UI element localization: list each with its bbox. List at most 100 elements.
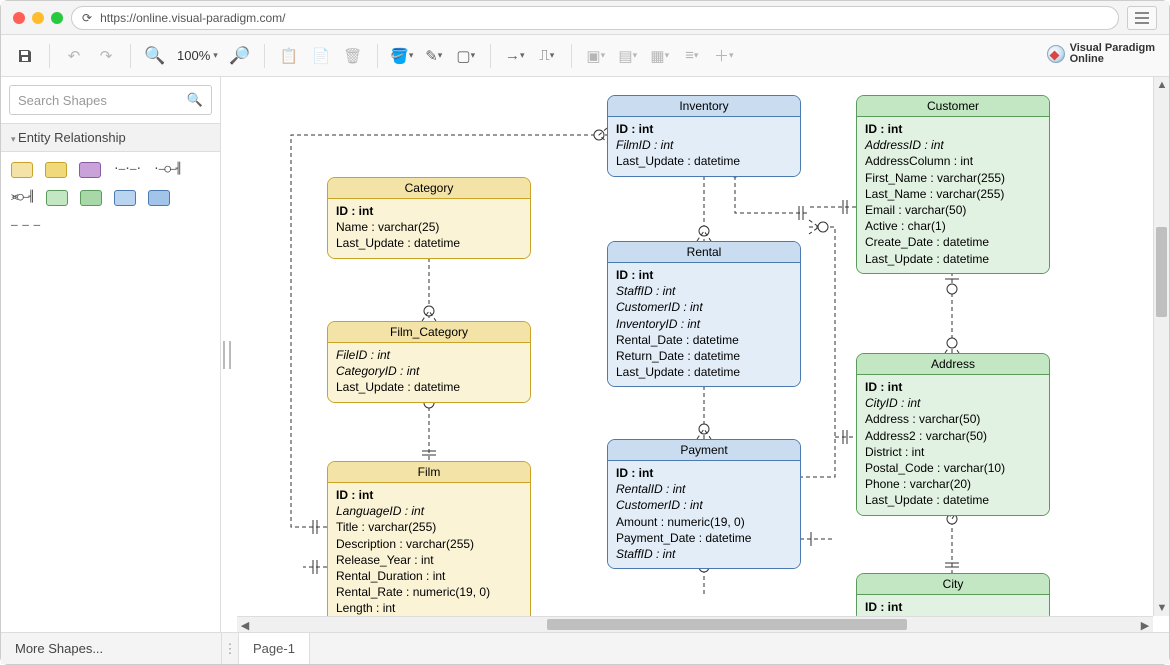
maximize-window[interactable] xyxy=(51,12,63,24)
more-shapes-link[interactable]: More Shapes... xyxy=(1,641,221,656)
vscroll-thumb[interactable] xyxy=(1156,227,1167,317)
entity-city[interactable]: City ID : int xyxy=(856,573,1050,622)
shape-entity[interactable] xyxy=(11,162,33,178)
entity-row: Release_Year : int xyxy=(336,552,522,568)
entity-row: Postal_Code : varchar(10) xyxy=(865,460,1041,476)
delete-button[interactable]: 🗑 xyxy=(339,42,367,70)
entity-row: CustomerID : int xyxy=(616,299,792,315)
add-button[interactable]: ＋▾ xyxy=(710,42,738,70)
entity-row: Title : varchar(255) xyxy=(336,519,522,535)
entity-film[interactable]: Film ID : intLanguageID : intTitle : var… xyxy=(327,461,531,624)
entity-address[interactable]: Address ID : intCityID : intAddress : va… xyxy=(856,353,1050,516)
entity-row: Last_Update : datetime xyxy=(865,251,1041,267)
waypoint-button[interactable]: ⎍▾ xyxy=(533,42,561,70)
entity-row: Last_Update : datetime xyxy=(616,364,792,380)
sidebar-collapse-handle[interactable] xyxy=(221,77,237,632)
entity-row: ID : int xyxy=(865,121,1041,137)
brand-icon xyxy=(1047,45,1065,63)
palette-header-er[interactable]: Entity Relationship xyxy=(1,123,220,152)
entity-row: Description : varchar(255) xyxy=(336,536,522,552)
entity-inventory[interactable]: Inventory ID : intFilmID : intLast_Updat… xyxy=(607,95,801,177)
entity-row: ID : int xyxy=(865,379,1041,395)
shape-entity-purple[interactable] xyxy=(79,162,101,178)
entity-title: Film_Category xyxy=(328,322,530,343)
line-color-button[interactable]: ✎▾ xyxy=(420,42,448,70)
entity-row: Last_Update : datetime xyxy=(616,153,792,169)
shape-entity-green[interactable] xyxy=(46,190,68,206)
entity-title: Payment xyxy=(608,440,800,461)
group-button[interactable]: ▦▾ xyxy=(646,42,674,70)
entity-category[interactable]: Category ID : intName : varchar(25)Last_… xyxy=(327,177,531,259)
vertical-scrollbar[interactable]: ▲ ▼ xyxy=(1153,77,1169,616)
entity-row: RentalID : int xyxy=(616,481,792,497)
entity-row: LanguageID : int xyxy=(336,503,522,519)
entity-title: City xyxy=(857,574,1049,595)
titlebar: ⟳ https://online.visual-paradigm.com/ xyxy=(1,1,1169,35)
diagram-canvas[interactable]: Category ID : intName : varchar(25)Last_… xyxy=(237,77,1169,632)
save-button[interactable] xyxy=(11,42,39,70)
shadow-button[interactable]: ▢▾ xyxy=(452,42,480,70)
entity-title: Address xyxy=(857,354,1049,375)
entity-rental[interactable]: Rental ID : intStaffID : intCustomerID :… xyxy=(607,241,801,387)
search-placeholder: Search Shapes xyxy=(18,93,107,108)
copy-button[interactable]: 📋 xyxy=(275,42,303,70)
shape-entity-green2[interactable] xyxy=(80,190,102,206)
entity-row: ID : int xyxy=(616,121,792,137)
zoom-in-button[interactable]: 🔎 xyxy=(226,42,254,70)
shape-entity-blue[interactable] xyxy=(114,190,136,206)
paste-button[interactable]: 📄 xyxy=(307,42,335,70)
redo-button[interactable]: ↷ xyxy=(92,42,120,70)
entity-row: District : int xyxy=(865,444,1041,460)
entity-row: AddressID : int xyxy=(865,137,1041,153)
page-tabs-handle[interactable]: ⋮ xyxy=(221,633,239,664)
shape-rel-1[interactable]: ·‒·‒· xyxy=(113,162,141,178)
window-controls xyxy=(13,12,63,24)
entity-film-category[interactable]: Film_Category FileID : intCategoryID : i… xyxy=(327,321,531,403)
entity-payment[interactable]: Payment ID : intRentalID : intCustomerID… xyxy=(607,439,801,569)
undo-button[interactable]: ↶ xyxy=(60,42,88,70)
palette-body: ·‒·‒· ·‒○‒╢ ⪤○‒╢ ‒ ‒ ‒ xyxy=(1,152,220,241)
shape-rel-2[interactable]: ·‒○‒╢ xyxy=(153,162,181,178)
shape-rel-3[interactable]: ⪤○‒╢ xyxy=(11,190,34,206)
entity-row: Return_Date : datetime xyxy=(616,348,792,364)
entity-row: Last_Update : datetime xyxy=(336,235,522,251)
entity-title: Customer xyxy=(857,96,1049,117)
shape-entity-blue2[interactable] xyxy=(148,190,170,206)
shape-rel-4[interactable]: ‒ ‒ ‒ xyxy=(11,218,39,231)
workspace: Search Shapes 🔍 Entity Relationship ·‒·‒… xyxy=(1,77,1169,632)
entity-title: Film xyxy=(328,462,530,483)
fill-color-button[interactable]: 🪣▾ xyxy=(388,42,416,70)
entity-row: CustomerID : int xyxy=(616,497,792,513)
entity-row: Address : varchar(50) xyxy=(865,411,1041,427)
to-front-button[interactable]: ▣▾ xyxy=(582,42,610,70)
scroll-right-icon[interactable]: ▶ xyxy=(1137,617,1153,632)
reload-icon[interactable]: ⟳ xyxy=(82,11,92,25)
hamburger-menu[interactable] xyxy=(1127,6,1157,30)
hscroll-thumb[interactable] xyxy=(547,619,907,630)
scroll-left-icon[interactable]: ◀ xyxy=(237,617,253,632)
entity-row: Amount : numeric(19, 0) xyxy=(616,514,792,530)
entity-title: Rental xyxy=(608,242,800,263)
scroll-down-icon[interactable]: ▼ xyxy=(1154,600,1169,616)
entity-customer[interactable]: Customer ID : intAddressID : intAddressC… xyxy=(856,95,1050,274)
entity-row: InventoryID : int xyxy=(616,316,792,332)
zoom-level[interactable]: 100%▾ xyxy=(173,48,222,63)
entity-row: Phone : varchar(20) xyxy=(865,476,1041,492)
brand-logo[interactable]: Visual Paradigm Online xyxy=(1047,43,1155,65)
search-shapes-input[interactable]: Search Shapes 🔍 xyxy=(9,85,212,115)
minimize-window[interactable] xyxy=(32,12,44,24)
scroll-up-icon[interactable]: ▲ xyxy=(1154,77,1169,93)
url-bar[interactable]: ⟳ https://online.visual-paradigm.com/ xyxy=(71,6,1119,30)
close-window[interactable] xyxy=(13,12,25,24)
entity-row: AddressColumn : int xyxy=(865,153,1041,169)
align-button[interactable]: ≡▾ xyxy=(678,42,706,70)
zoom-out-button[interactable]: 🔍 xyxy=(141,42,169,70)
horizontal-scrollbar[interactable]: ◀ ▶ xyxy=(237,616,1153,632)
page-tab-1[interactable]: Page-1 xyxy=(239,633,310,664)
entity-row: Length : int xyxy=(336,600,522,616)
entity-row: Name : varchar(25) xyxy=(336,219,522,235)
shape-entity-alt[interactable] xyxy=(45,162,67,178)
search-icon: 🔍 xyxy=(187,92,203,108)
to-back-button[interactable]: ▤▾ xyxy=(614,42,642,70)
connector-style-button[interactable]: →▾ xyxy=(501,42,529,70)
